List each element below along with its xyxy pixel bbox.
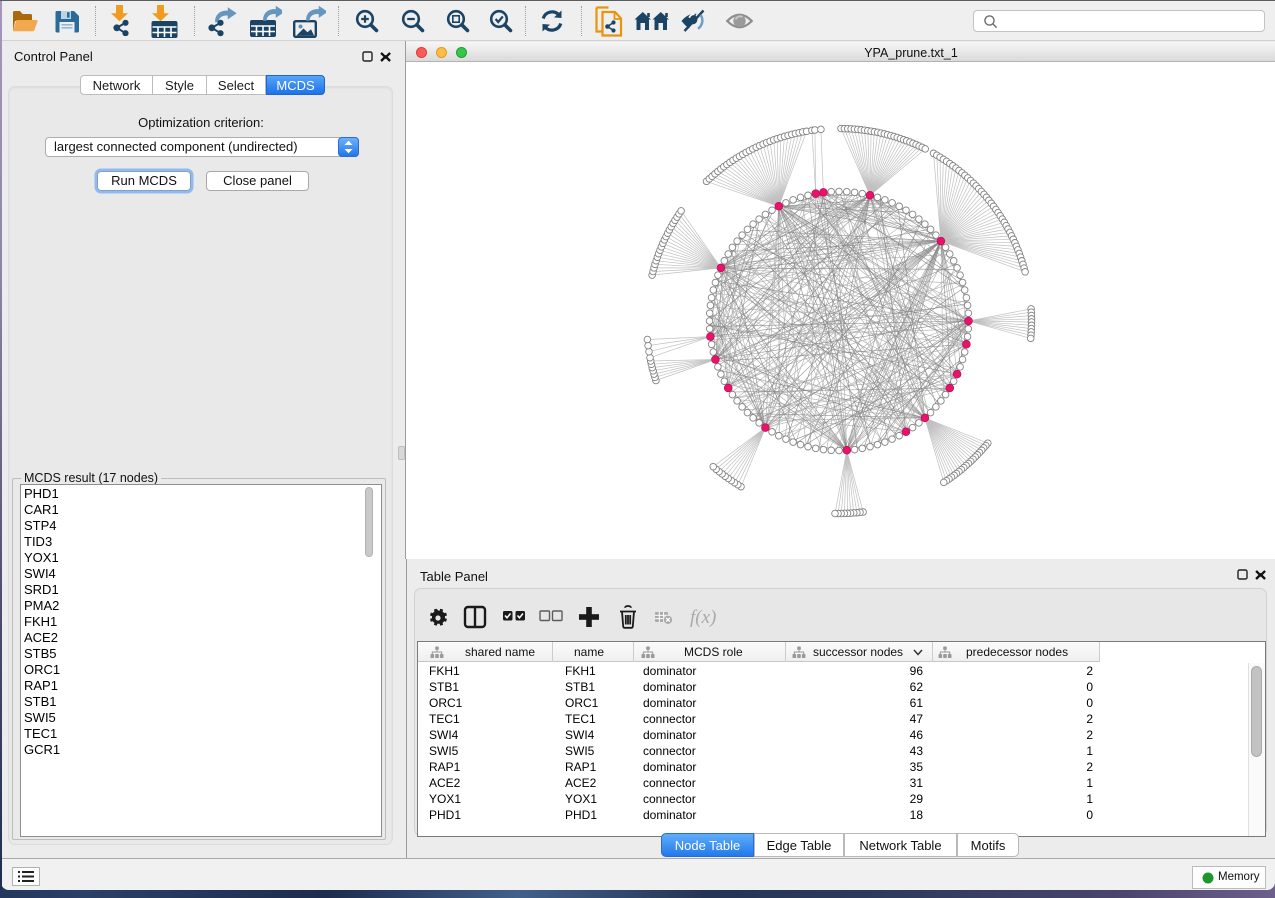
svg-text:f(x): f(x) — [690, 607, 716, 628]
